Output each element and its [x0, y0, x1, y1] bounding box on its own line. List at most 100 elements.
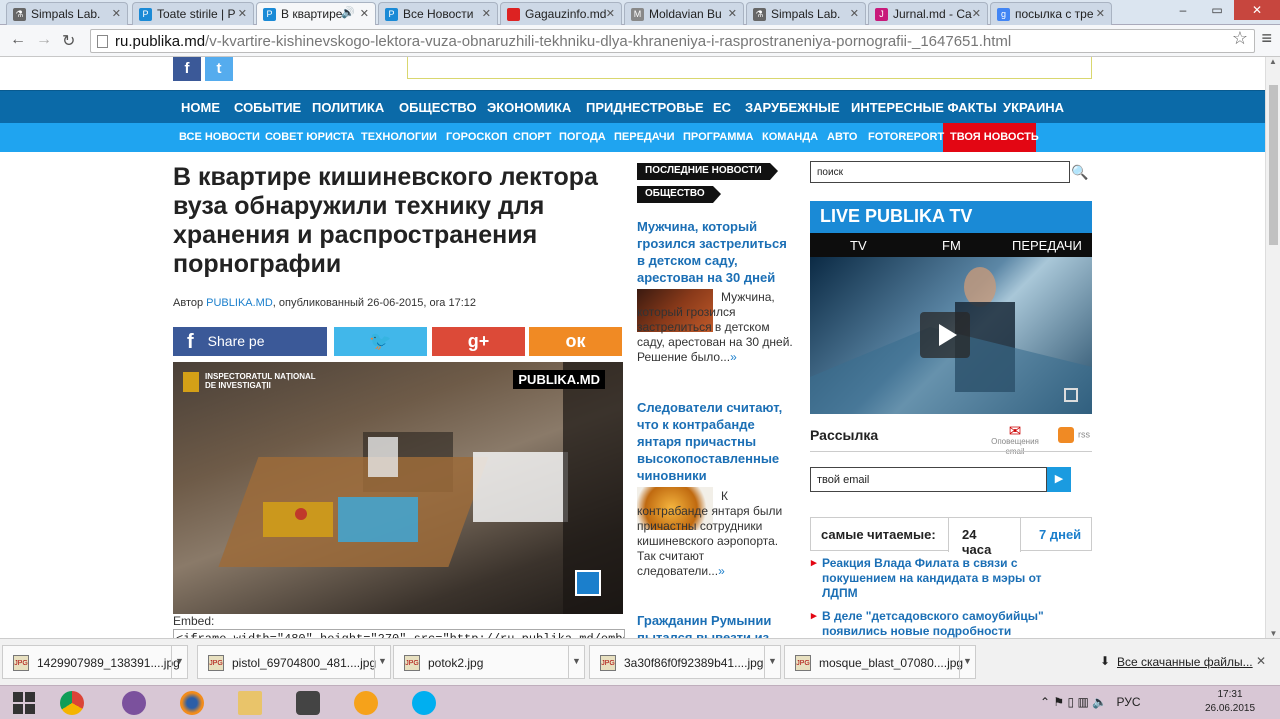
chevron-down-icon[interactable]: ▼: [374, 646, 390, 678]
subnav-tekhnologii[interactable]: ТЕХНОЛОГИИ: [361, 131, 437, 143]
nav-politika[interactable]: ПОЛИТИКА: [312, 100, 384, 115]
taskbar-explorer[interactable]: [226, 688, 274, 718]
reload-icon[interactable]: ↻: [62, 31, 75, 51]
search-icon[interactable]: 🔍: [1070, 161, 1090, 183]
volume-icon[interactable]: 🔈: [1092, 695, 1107, 709]
news-headline-3[interactable]: Гражданин Румынии пытался вывезти из: [637, 612, 795, 638]
most-read-item[interactable]: Реакция Влада Филата в связи с покушение…: [811, 556, 1062, 601]
tv-player[interactable]: [810, 257, 1092, 414]
window-close-icon[interactable]: ✕: [1234, 0, 1280, 20]
email-notify[interactable]: ✉ Оповещения email: [985, 424, 1045, 457]
chevron-down-icon[interactable]: ▼: [568, 646, 584, 678]
tab-google-search[interactable]: g посылка с тре ✕: [990, 2, 1112, 25]
clock[interactable]: 17:31 26.06.2015: [1202, 688, 1258, 716]
tv-tab-fm[interactable]: FM: [942, 238, 961, 253]
nav-sobytie[interactable]: СОБЫТИЕ: [234, 100, 301, 115]
download-item[interactable]: JPG 3a30f86f0f92389b41....jpg ▼: [589, 645, 781, 679]
language-indicator[interactable]: РУС: [1116, 695, 1140, 709]
nav-obshchestvo[interactable]: ОБЩЕСТВО: [399, 100, 477, 115]
subnav-peredachi[interactable]: ПЕРЕДАЧИ: [614, 131, 675, 143]
twitter-icon[interactable]: t: [205, 57, 233, 81]
facebook-icon[interactable]: f: [173, 57, 201, 81]
chevron-up-icon[interactable]: ⌃: [1040, 695, 1050, 709]
close-icon[interactable]: ✕: [112, 7, 121, 20]
share-googleplus-button[interactable]: g+: [432, 327, 525, 356]
chevron-down-icon[interactable]: ▼: [959, 646, 975, 678]
tab-jurnal[interactable]: J Jurnal.md - Ca ✕: [868, 2, 988, 25]
search-input[interactable]: поиск: [810, 161, 1070, 183]
read-more-link[interactable]: »: [730, 350, 737, 364]
taskbar-viber[interactable]: [110, 688, 158, 718]
tab-active-article[interactable]: P В квартире 🔊 ✕: [256, 2, 376, 26]
article-video[interactable]: INSPECTORATUL NAȚIONAL DE INVESTIGAȚII PU…: [173, 362, 623, 614]
play-icon[interactable]: [920, 312, 970, 358]
url-field[interactable]: ru.publika.md/v-kvartire-kishinevskogo-l…: [90, 29, 1255, 53]
subnav-goroskop[interactable]: ГОРОСКОП: [446, 131, 508, 143]
share-odnoklassniki-button[interactable]: ок: [529, 327, 622, 356]
close-icon[interactable]: ✕: [238, 7, 247, 20]
subnav-sport[interactable]: СПОРТ: [513, 131, 551, 143]
tv-tab-peredachi[interactable]: ПЕРЕДАЧИ: [1012, 238, 1082, 253]
fullscreen-icon[interactable]: [575, 570, 601, 596]
nav-interesnye-fakty[interactable]: ИНТЕРЕСНЫЕ ФАКТЫ: [851, 100, 997, 115]
nav-es[interactable]: ЕС: [713, 100, 731, 115]
read-more-link[interactable]: »: [718, 564, 725, 578]
page-scrollbar[interactable]: ▲ ▼: [1265, 57, 1280, 638]
tab-moldavian-bu[interactable]: M Moldavian Bu ✕: [624, 2, 744, 25]
close-icon[interactable]: ✕: [606, 7, 615, 20]
start-button[interactable]: [0, 688, 48, 718]
subnav-sovet-yurista[interactable]: СОВЕТ ЮРИСТА: [265, 131, 355, 143]
minimize-icon[interactable]: –: [1166, 0, 1200, 20]
download-item[interactable]: JPG potok2.jpg ▼: [393, 645, 585, 679]
nav-pridnestrovie[interactable]: ПРИДНЕСТРОВЬЕ: [586, 100, 704, 115]
taskbar-firefox[interactable]: [168, 688, 216, 718]
tab-vse-novosti[interactable]: P Все Новости ✕: [378, 2, 498, 25]
battery-icon[interactable]: ▯: [1068, 695, 1075, 709]
tv-tab-tv[interactable]: TV: [850, 238, 867, 253]
close-icon[interactable]: ✕: [360, 7, 369, 20]
bookmark-star-icon[interactable]: ☆: [1232, 28, 1248, 49]
author-link[interactable]: PUBLIKA.MD: [206, 297, 273, 309]
taskbar-app[interactable]: [342, 688, 390, 718]
latest-news-label[interactable]: ПОСЛЕДНИЕ НОВОСТИ: [637, 163, 778, 180]
network-icon[interactable]: ▥: [1077, 695, 1088, 709]
scrollbar-thumb[interactable]: [1269, 85, 1278, 245]
tab-7-days[interactable]: 7 дней: [1039, 527, 1081, 542]
show-all-downloads-link[interactable]: Все скачанные файлы...: [1117, 655, 1253, 669]
download-item[interactable]: JPG 1429907989_138391....jpg ▼: [2, 645, 188, 679]
tab-simpals-2[interactable]: ⚗ Simpals Lab. ✕: [746, 2, 866, 25]
share-facebook-button[interactable]: fShare pe Facebook: [173, 327, 327, 379]
download-item[interactable]: JPG mosque_blast_07080....jpg ▼: [784, 645, 976, 679]
nav-ukraina[interactable]: УКРАИНА: [1003, 100, 1064, 115]
flag-icon[interactable]: ⚑: [1053, 695, 1064, 709]
subnav-fotoreport[interactable]: FOTOREPORT: [868, 131, 944, 143]
subnav-tvoya-novost[interactable]: ТВОЯ НОВОСТЬ: [950, 131, 1039, 143]
news-headline-1[interactable]: Мужчина, который грозился застрелиться в…: [637, 218, 795, 286]
close-icon[interactable]: ✕: [972, 7, 981, 20]
subnav-komanda[interactable]: КОМАНДА: [762, 131, 818, 143]
close-icon[interactable]: ✕: [482, 7, 491, 20]
scroll-down-icon[interactable]: ▼: [1266, 629, 1280, 638]
tab-24-hours[interactable]: 24 часа: [948, 518, 1021, 557]
tab-simpals-1[interactable]: ⚗ Simpals Lab. ✕: [6, 2, 128, 25]
share-twitter-button[interactable]: 🐦: [334, 327, 427, 356]
email-submit-button[interactable]: ▶: [1047, 467, 1071, 492]
nav-home[interactable]: HOME: [181, 100, 220, 115]
society-label[interactable]: ОБЩЕСТВО: [637, 186, 721, 203]
close-icon[interactable]: ✕: [850, 7, 859, 20]
maximize-icon[interactable]: ▭: [1200, 0, 1234, 20]
tab-toate-stirile[interactable]: P Toate stirile | P ✕: [132, 2, 254, 25]
taskbar-skype[interactable]: [400, 688, 448, 718]
news-headline-2[interactable]: Следователи считают, что к контрабанде я…: [637, 399, 795, 484]
subnav-avto[interactable]: АВТО: [827, 131, 857, 143]
subnav-programma[interactable]: ПРОГРАММА: [683, 131, 753, 143]
most-read-item[interactable]: В деле "детсадовского самоубийцы" появил…: [811, 609, 1062, 638]
tab-gagauzinfo[interactable]: Gagauzinfo.md ✕: [500, 2, 622, 25]
chevron-down-icon[interactable]: ▼: [171, 646, 187, 678]
embed-code-field[interactable]: <iframe width="480" height="270" src="ht…: [173, 629, 625, 638]
rss-link[interactable]: rss: [1058, 427, 1090, 443]
taskbar-chrome[interactable]: [48, 688, 96, 718]
menu-icon[interactable]: ≡: [1261, 28, 1272, 49]
download-item[interactable]: JPG pistol_69704800_481....jpg ▼: [197, 645, 391, 679]
subnav-pogoda[interactable]: ПОГОДА: [559, 131, 606, 143]
